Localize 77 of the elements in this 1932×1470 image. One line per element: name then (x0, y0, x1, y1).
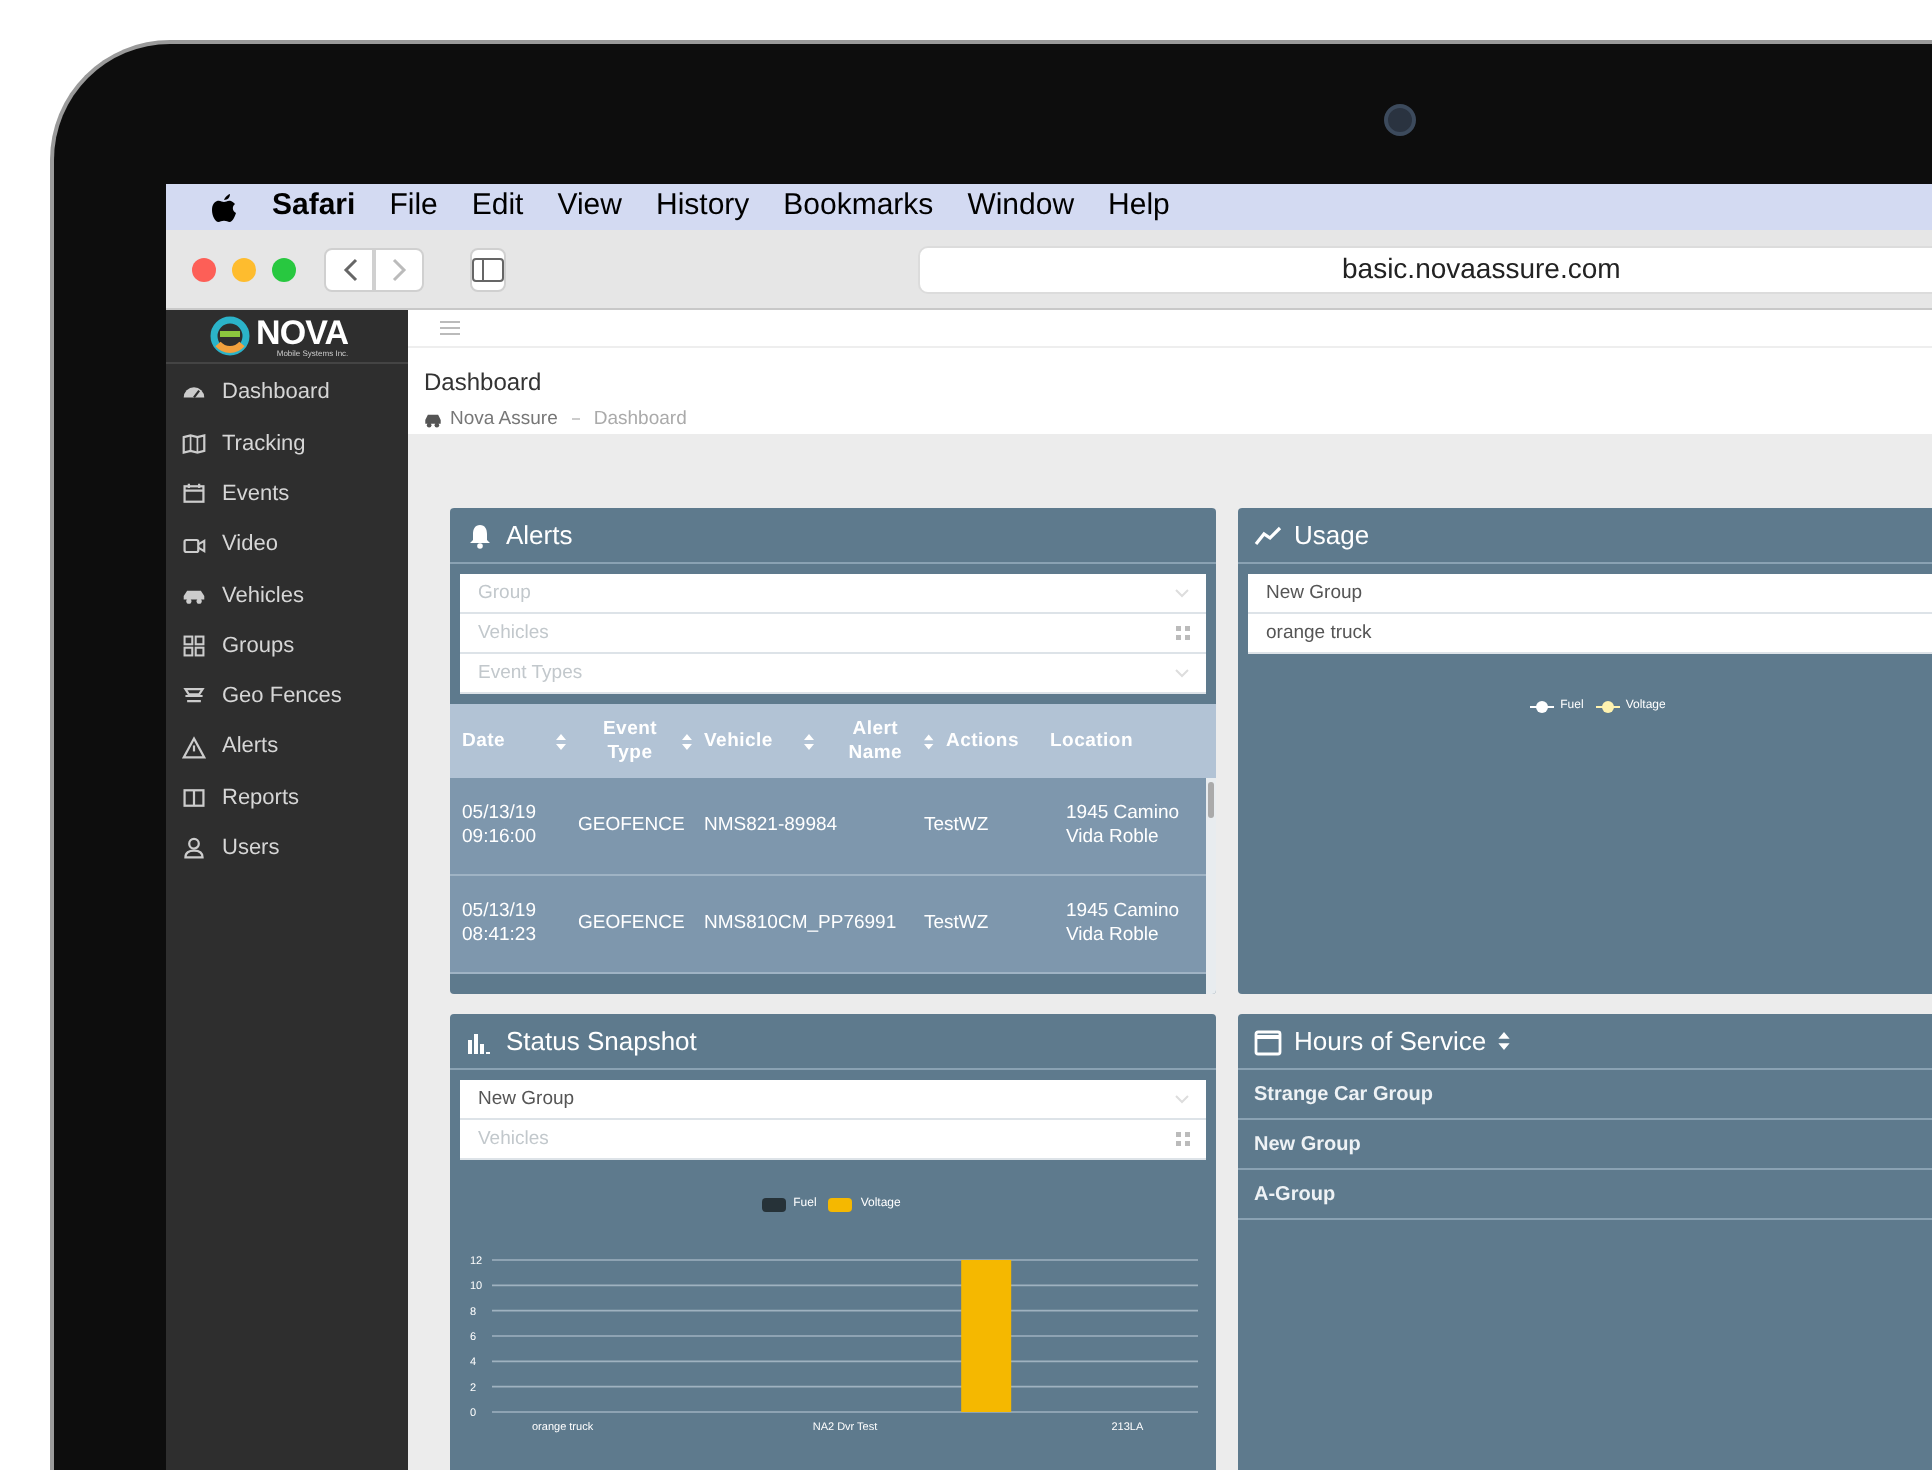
menu-icon[interactable] (440, 319, 460, 336)
page-title: Dashboard (424, 367, 544, 396)
sidebar-item[interactable]: Events (166, 469, 408, 520)
table-cell-text: GEOFENCE (578, 814, 687, 838)
sidebar-item[interactable]: Users (166, 823, 408, 874)
dropdown-field[interactable]: Group (460, 574, 1206, 612)
camera-icon (1384, 104, 1416, 136)
video-camera-icon (182, 533, 206, 558)
caret-icon (1174, 1094, 1190, 1104)
menu-item[interactable]: Window (967, 184, 1075, 230)
breadcrumb-link[interactable]: Nova Assure (450, 405, 558, 434)
sort-icon (1498, 1032, 1511, 1050)
close-button[interactable] (192, 257, 216, 281)
table-cell-text: TestWZ (924, 912, 991, 936)
scrollbar[interactable] (1206, 778, 1216, 994)
sidebar-item[interactable]: Tracking (166, 418, 408, 470)
sidebar-button[interactable] (470, 247, 506, 291)
grid-icon (182, 634, 206, 659)
group-row[interactable]: Strange Car Group (1238, 1070, 1932, 1120)
user-icon (182, 836, 206, 861)
input-field[interactable]: New Group (1248, 574, 1932, 612)
panel-title: Usage (1294, 517, 1370, 554)
grid-icon (1176, 626, 1190, 640)
panel-title: Status Snapshot (506, 1023, 697, 1060)
multiselect-field[interactable]: Vehicles (460, 614, 1206, 652)
dropdown-field[interactable]: New Group (460, 1080, 1206, 1118)
menu-item[interactable]: File (389, 184, 438, 230)
sidebar-item[interactable]: Video (166, 519, 408, 571)
book-icon (182, 786, 206, 811)
dropdown-field[interactable]: Event Types (460, 654, 1206, 692)
table-cell-text: NMS821-89984 (704, 814, 840, 838)
menu-item[interactable]: History (655, 184, 750, 230)
menu-item[interactable]: Bookmarks (783, 184, 934, 230)
caret-icon (1174, 588, 1190, 598)
calendar-icon (1254, 1027, 1282, 1055)
table-cell-text: 1945 Camino Vida Roble (1066, 900, 1182, 948)
sidebar-item[interactable]: Vehicles (166, 570, 408, 621)
back-icon (341, 257, 357, 281)
sidebar-item[interactable]: Alerts (166, 722, 408, 773)
warning-icon (182, 735, 206, 760)
sidebar-icon (472, 257, 504, 281)
table-cell-text: 05/13/19 08:41:23 (462, 900, 538, 948)
map-icon (182, 431, 206, 456)
address-bar[interactable]: basic.novaassure.com (918, 245, 1932, 293)
calendar-icon (182, 482, 206, 507)
table-cell-text: 05/13/19 09:16:00 (462, 802, 538, 850)
forward-icon (391, 257, 407, 281)
sidebar-item[interactable]: Reports (166, 772, 408, 824)
table-cell-text: TestWZ (924, 814, 991, 838)
group-row[interactable]: A-Group (1238, 1170, 1932, 1220)
sidebar-item[interactable]: Groups (166, 620, 408, 672)
apple-logo-icon[interactable] (210, 191, 238, 223)
input-field[interactable]: orange truck (1248, 614, 1932, 652)
group-row[interactable]: New Group (1238, 1120, 1932, 1170)
panel-title: Alerts (506, 517, 573, 554)
grid-icon (1176, 1132, 1190, 1146)
multiselect-field[interactable]: Vehicles (460, 1120, 1206, 1158)
logo-text: NOVA (256, 315, 349, 349)
table-cell-text: 1945 Camino Vida Roble (1066, 802, 1182, 850)
menu-item[interactable]: Help (1108, 184, 1170, 230)
zoom-button[interactable] (272, 257, 296, 281)
menu-item[interactable]: Edit (471, 184, 524, 230)
table-cell-text: GEOFENCE (578, 912, 687, 936)
menu-item[interactable]: Safari (272, 184, 356, 230)
table-cell-text: NMS810CM_PP76991 (704, 912, 899, 936)
bell-icon (466, 521, 494, 549)
logo-icon (210, 316, 250, 356)
back-button[interactable] (324, 247, 374, 291)
sidebar-item[interactable]: Dashboard (166, 368, 408, 419)
panel-title: Hours of Service (1294, 1023, 1487, 1060)
car-icon (424, 411, 442, 428)
menu-item[interactable]: View (557, 184, 622, 230)
minimize-button[interactable] (232, 257, 256, 281)
sidebar-item[interactable]: Geo Fences (166, 671, 408, 723)
line-chart-icon (1254, 521, 1282, 549)
url-text: basic.novaassure.com (1342, 250, 1621, 288)
caret-icon (1174, 668, 1190, 678)
